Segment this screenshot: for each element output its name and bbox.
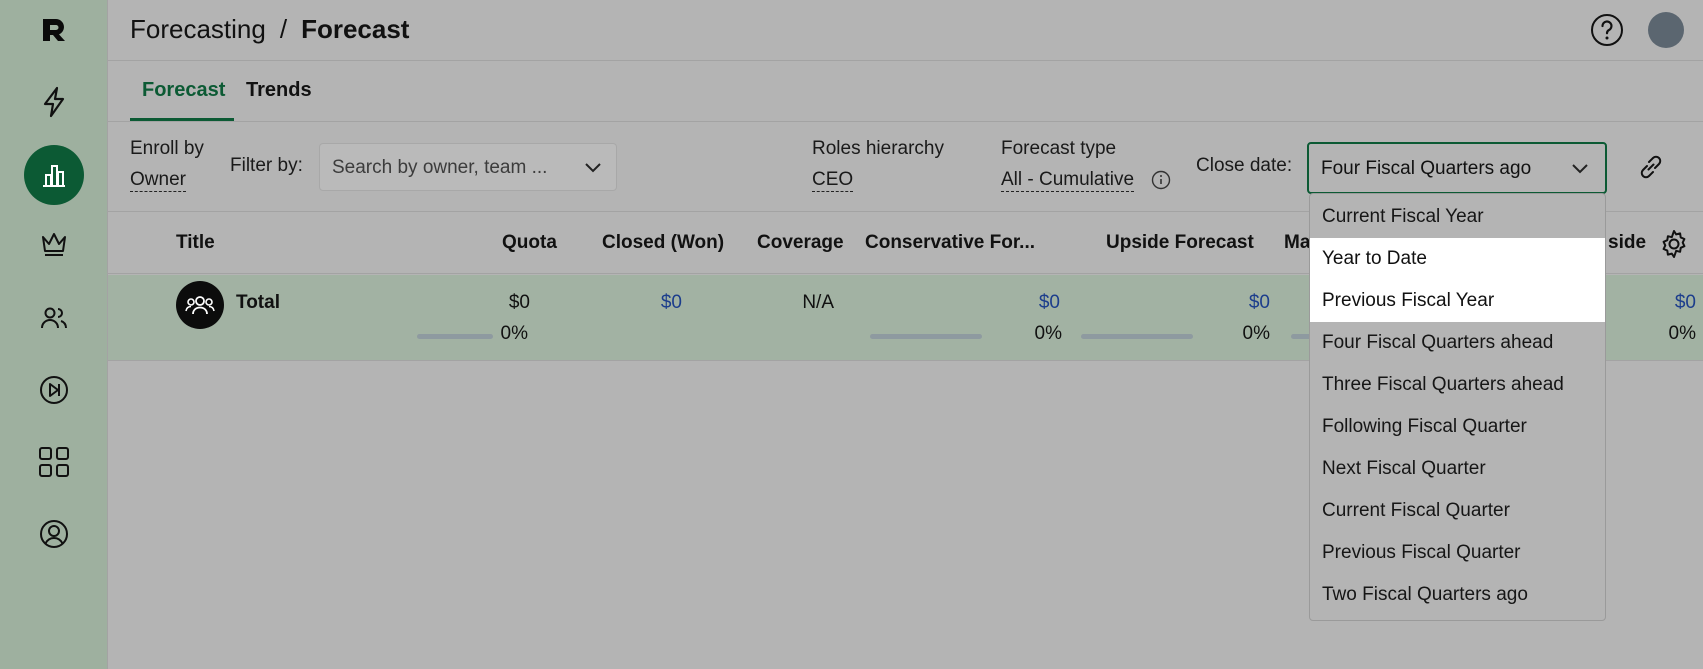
close-date-label: Close date: bbox=[1196, 155, 1293, 176]
enroll-label: Enroll by bbox=[130, 138, 204, 159]
link-icon[interactable] bbox=[1636, 152, 1666, 187]
user-circle-icon[interactable] bbox=[24, 504, 84, 564]
close-date-select[interactable]: Four Fiscal Quarters ago bbox=[1307, 142, 1607, 194]
page-title: Forecast bbox=[301, 14, 410, 44]
last-col-value[interactable]: $0 bbox=[1675, 292, 1696, 314]
conservative-percent: 0% bbox=[1034, 323, 1062, 344]
avatar[interactable] bbox=[1648, 12, 1684, 48]
close-date-value: Four Fiscal Quarters ago bbox=[1321, 158, 1532, 179]
chevron-down-icon bbox=[584, 161, 602, 179]
team-icon bbox=[176, 281, 224, 329]
upside-progress-bar bbox=[1081, 334, 1193, 339]
help-icon[interactable] bbox=[1590, 13, 1624, 52]
people-icon[interactable] bbox=[24, 288, 84, 348]
row-title: Total bbox=[236, 292, 280, 313]
breadcrumb-separator: / bbox=[279, 14, 288, 44]
crown-icon[interactable] bbox=[24, 214, 84, 274]
col-upside-forecast[interactable]: Upside Forecast bbox=[1106, 232, 1254, 254]
col-partial-ma[interactable]: Ma bbox=[1284, 232, 1310, 254]
closed-won-value[interactable]: $0 bbox=[661, 292, 682, 314]
gear-icon[interactable] bbox=[1658, 228, 1690, 265]
enroll-dropdown[interactable]: Owner bbox=[130, 169, 186, 192]
active-tab-indicator bbox=[130, 118, 234, 121]
search-placeholder: Search by owner, team ... bbox=[332, 157, 548, 178]
upside-value[interactable]: $0 bbox=[1249, 292, 1270, 314]
menu-option-previous-fiscal-year[interactable]: Previous Fiscal Year bbox=[1310, 280, 1605, 322]
menu-option-current-quarter[interactable]: Current Fiscal Quarter bbox=[1310, 490, 1605, 532]
top-bar: Forecasting / Forecast bbox=[108, 0, 1703, 61]
apps-grid-icon[interactable] bbox=[24, 432, 84, 492]
search-dropdown[interactable]: Search by owner, team ... bbox=[319, 143, 617, 191]
conservative-progress-bar bbox=[870, 334, 982, 339]
menu-option-year-to-date[interactable]: Year to Date bbox=[1310, 238, 1605, 280]
menu-option-three-quarters-ahead[interactable]: Three Fiscal Quarters ahead bbox=[1310, 364, 1605, 406]
col-partial-side[interactable]: side bbox=[1608, 232, 1646, 254]
bolt-icon[interactable] bbox=[24, 72, 84, 132]
col-coverage[interactable]: Coverage bbox=[757, 232, 844, 254]
play-skip-icon[interactable] bbox=[24, 360, 84, 420]
forecast-type-dropdown[interactable]: All - Cumulative bbox=[1001, 169, 1135, 192]
quota-value: $0 bbox=[508, 292, 530, 313]
quota-progress-bar bbox=[417, 334, 493, 339]
forecast-type-value[interactable]: All - Cumulative bbox=[1001, 169, 1135, 192]
enroll-value[interactable]: Owner bbox=[130, 169, 186, 192]
col-conservative-forecast[interactable]: Conservative For... bbox=[865, 232, 1035, 254]
filter-label: Filter by: bbox=[230, 155, 303, 176]
coverage-value: N/A bbox=[802, 292, 834, 313]
tab-trends[interactable]: Trends bbox=[246, 79, 312, 102]
menu-option-next-quarter[interactable]: Next Fiscal Quarter bbox=[1310, 448, 1605, 490]
last-col-percent: 0% bbox=[1668, 323, 1696, 344]
tab-forecast[interactable]: Forecast bbox=[142, 79, 225, 102]
col-title[interactable]: Title bbox=[176, 232, 215, 254]
tab-bar: Forecast Trends bbox=[108, 61, 1703, 122]
breadcrumb: Forecasting / Forecast bbox=[130, 14, 409, 45]
roles-dropdown[interactable]: CEO bbox=[812, 169, 854, 192]
col-closed-won[interactable]: Closed (Won) bbox=[602, 232, 724, 254]
breadcrumb-parent[interactable]: Forecasting bbox=[130, 14, 266, 44]
menu-option-following-quarter[interactable]: Following Fiscal Quarter bbox=[1310, 406, 1605, 448]
quota-percent: 0% bbox=[500, 323, 528, 344]
roles-label: Roles hierarchy bbox=[812, 138, 944, 159]
roles-value[interactable]: CEO bbox=[812, 169, 854, 192]
conservative-value[interactable]: $0 bbox=[1039, 292, 1060, 314]
menu-option-previous-quarter[interactable]: Previous Fiscal Quarter bbox=[1310, 532, 1605, 574]
sidebar bbox=[0, 0, 108, 669]
menu-option-four-quarters-ahead[interactable]: Four Fiscal Quarters ahead bbox=[1310, 322, 1605, 364]
chevron-down-icon bbox=[1571, 162, 1589, 180]
col-quota[interactable]: Quota bbox=[502, 232, 557, 254]
upside-percent: 0% bbox=[1242, 323, 1270, 344]
close-date-menu: Current Fiscal Year Year to Date Previou… bbox=[1309, 193, 1606, 621]
menu-option-two-quarters-ago[interactable]: Two Fiscal Quarters ago bbox=[1310, 574, 1605, 616]
forecast-type-label: Forecast type bbox=[1001, 138, 1117, 159]
info-icon[interactable] bbox=[1151, 170, 1171, 195]
logo-icon[interactable] bbox=[24, 0, 84, 60]
menu-option-current-fiscal-year[interactable]: Current Fiscal Year bbox=[1310, 196, 1605, 238]
bar-chart-icon[interactable] bbox=[24, 145, 84, 205]
